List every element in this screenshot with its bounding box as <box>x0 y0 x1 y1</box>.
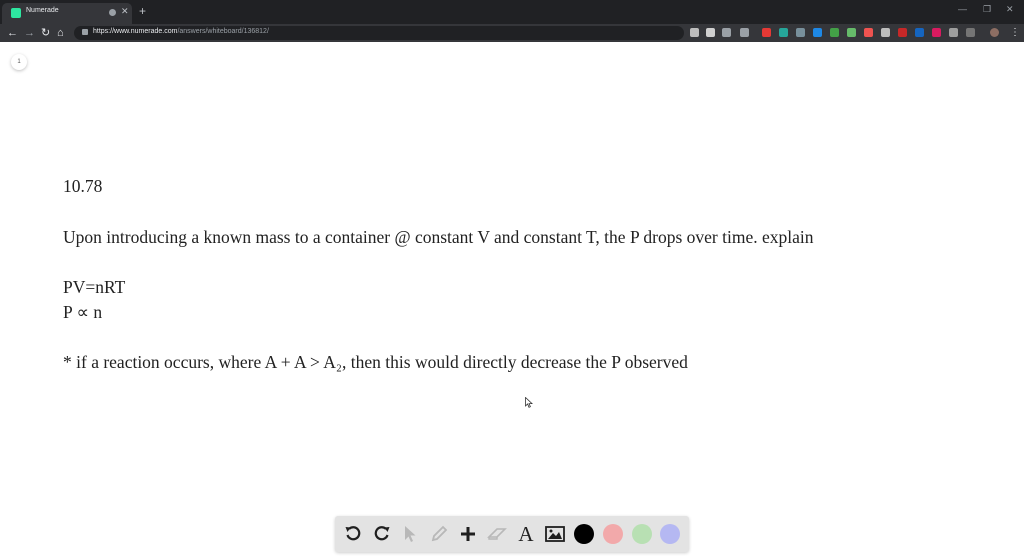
color-swatch-green[interactable] <box>632 524 652 544</box>
url-path: /answers/whiteboard/136812/ <box>177 28 269 35</box>
extension-icon[interactable] <box>864 28 873 37</box>
avatar[interactable] <box>990 28 999 37</box>
color-swatch-black[interactable] <box>574 524 594 544</box>
color-swatch-blue[interactable] <box>660 524 680 544</box>
problem-number: 10.78 <box>63 176 103 196</box>
extension-icon[interactable] <box>813 28 822 37</box>
pen-icon[interactable] <box>427 522 451 546</box>
search-icon[interactable] <box>722 28 731 37</box>
restore-icon[interactable]: ❐ <box>983 4 991 15</box>
add-icon[interactable] <box>456 522 480 546</box>
extension-icon[interactable] <box>706 28 715 37</box>
extension-icon[interactable] <box>847 28 856 37</box>
drawing-toolbar: A <box>335 516 689 552</box>
cursor-icon <box>525 397 533 408</box>
eraser-icon[interactable] <box>485 522 509 546</box>
forward-icon[interactable]: → <box>24 26 35 40</box>
explanation: * if a reaction occurs, where A + A > A₂… <box>63 352 688 372</box>
undo-icon[interactable] <box>341 522 365 546</box>
extension-icon[interactable] <box>915 28 924 37</box>
color-swatch-pink[interactable] <box>603 524 623 544</box>
extension-icon[interactable] <box>966 28 975 37</box>
url-text: https://www.numerade.com/answers/whitebo… <box>93 28 269 35</box>
lock-icon <box>82 29 88 35</box>
pointer-icon[interactable] <box>398 522 422 546</box>
tab-audio-icon[interactable] <box>109 9 116 16</box>
extension-icon[interactable] <box>898 28 907 37</box>
ideal-gas-law: PV=nRT <box>63 277 126 297</box>
menu-icon[interactable]: ⋮ <box>1010 26 1020 40</box>
extension-icon[interactable] <box>796 28 805 37</box>
address-bar[interactable]: https://www.numerade.com/answers/whitebo… <box>74 26 684 40</box>
tab-title: Numerade <box>26 7 59 14</box>
browser-tab-bar: Numerade ✕ + — ❐ ✕ <box>0 0 1024 24</box>
close-window-icon[interactable]: ✕ <box>1006 4 1014 15</box>
bookmark-star-icon[interactable] <box>740 28 749 37</box>
extension-icon[interactable] <box>762 28 771 37</box>
back-icon[interactable]: ← <box>7 26 18 40</box>
extension-icon[interactable] <box>932 28 941 37</box>
minimize-icon[interactable]: — <box>958 4 967 14</box>
reload-icon[interactable]: ↻ <box>41 26 50 40</box>
browser-tab[interactable]: Numerade ✕ <box>2 3 132 24</box>
home-icon[interactable]: ⌂ <box>57 26 64 40</box>
proportionality: P ∝ n <box>63 302 103 322</box>
page-number-badge[interactable]: 1 <box>11 54 27 70</box>
text-tool-icon[interactable]: A <box>514 522 538 546</box>
image-icon[interactable] <box>543 522 567 546</box>
url-host: https://www.numerade.com <box>93 28 178 35</box>
browser-toolbar: ← → ↻ ⌂ https://www.numerade.com/answers… <box>0 24 1024 42</box>
new-tab-button[interactable]: + <box>139 4 146 18</box>
extension-icon[interactable] <box>881 28 890 37</box>
extension-icon[interactable] <box>830 28 839 37</box>
extension-icon[interactable] <box>949 28 958 37</box>
extension-icon[interactable] <box>779 28 788 37</box>
problem-statement: Upon introducing a known mass to a conta… <box>63 227 814 247</box>
tab-close-icon[interactable]: ✕ <box>121 6 129 17</box>
numerade-favicon-icon <box>11 8 21 18</box>
extension-icon[interactable] <box>690 28 699 37</box>
redo-icon[interactable] <box>370 522 394 546</box>
